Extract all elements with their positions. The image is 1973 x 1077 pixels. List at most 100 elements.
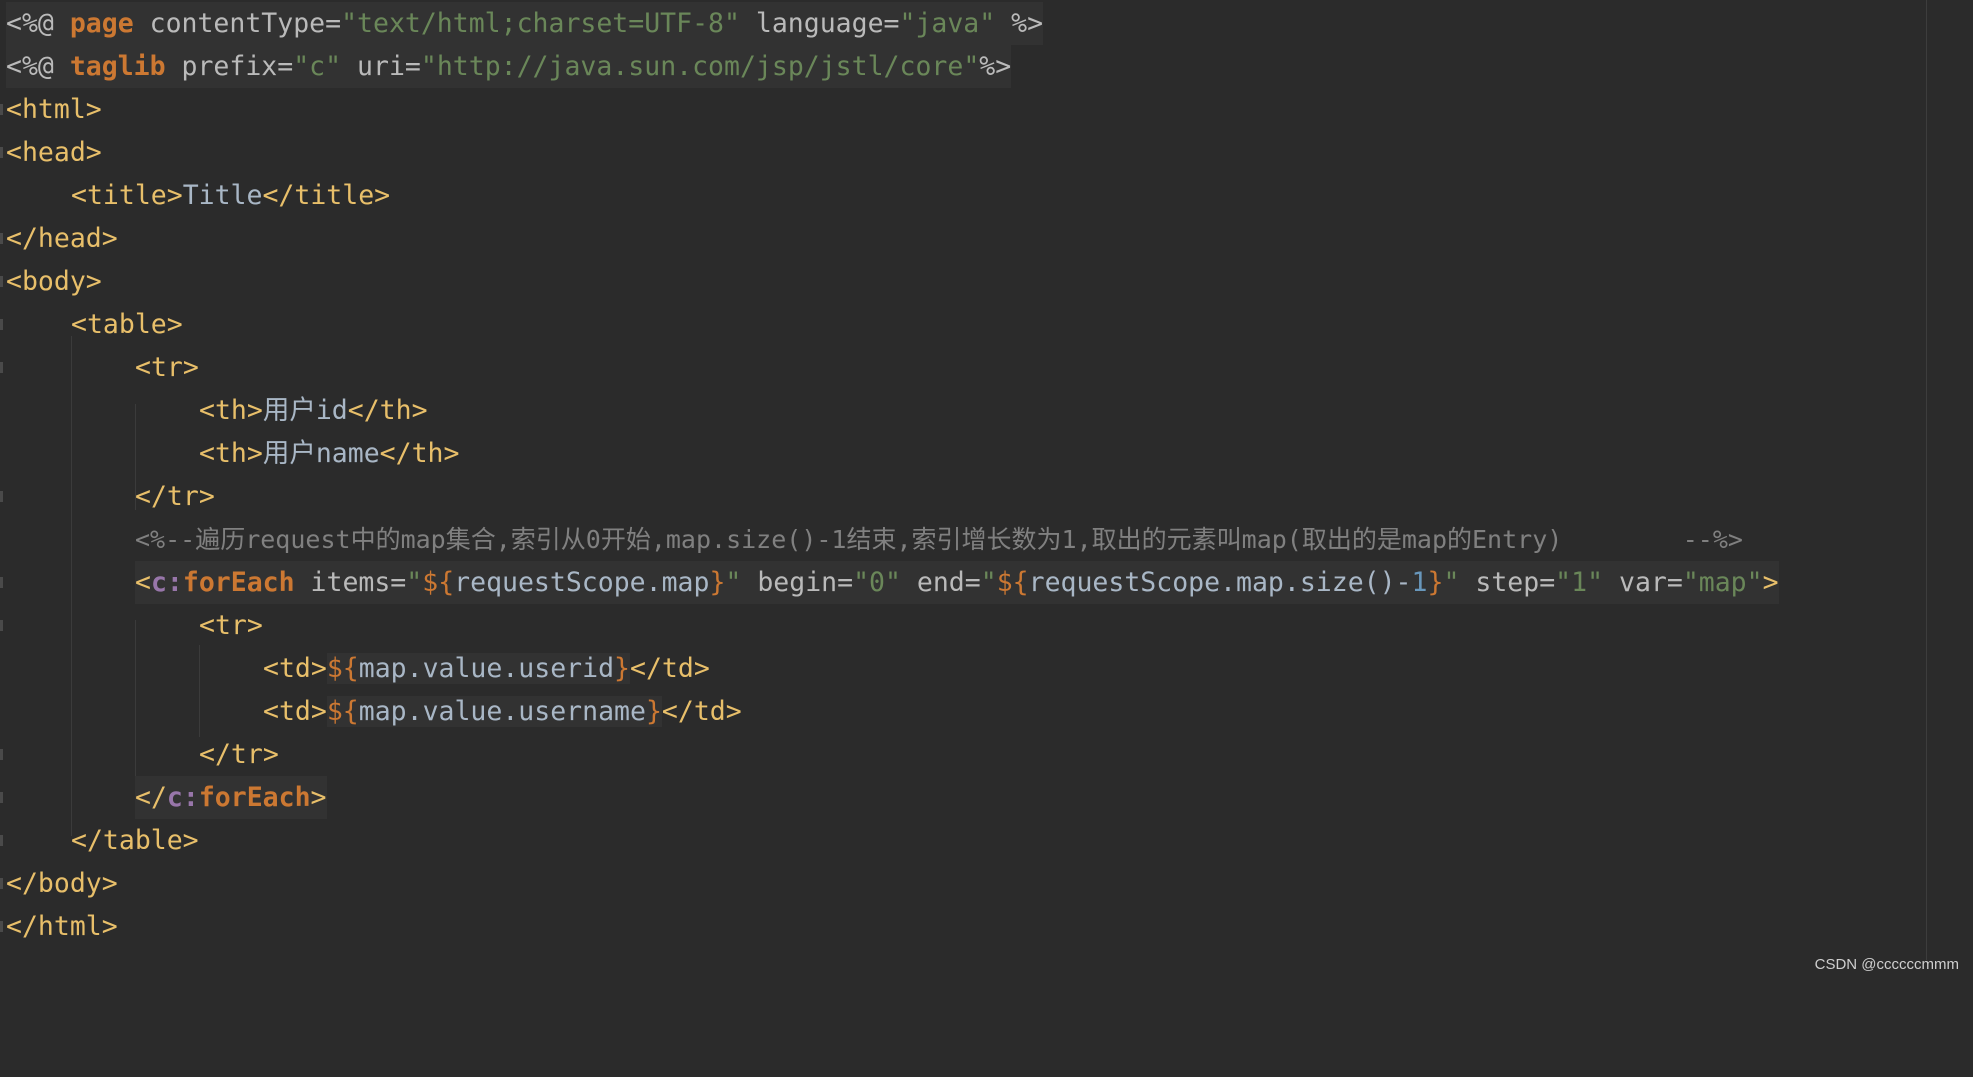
token: <td>: [263, 653, 327, 684]
token: c:: [150, 567, 183, 598]
code-line-8[interactable]: <table>: [0, 303, 183, 346]
token: }: [614, 653, 630, 684]
code-text: <table>: [71, 303, 183, 346]
token: }: [1427, 567, 1444, 598]
token: </: [135, 782, 167, 813]
code-line-19[interactable]: </c:forEach>: [0, 776, 327, 819]
token: <: [135, 567, 151, 598]
fold-marker[interactable]: [0, 233, 3, 244]
fold-marker[interactable]: [0, 577, 3, 588]
code-line-6[interactable]: </head>: [0, 217, 118, 260]
token: var=: [1603, 567, 1683, 598]
token: <%--遍历request中的map集合,索引从0开始,map.size()-1…: [135, 525, 1743, 554]
watermark: CSDN @ccccccmmm: [1814, 956, 1959, 973]
code-line-13[interactable]: <%--遍历request中的map集合,索引从0开始,map.size()-1…: [0, 518, 1743, 561]
fold-marker[interactable]: [0, 792, 3, 803]
fold-marker[interactable]: [0, 835, 3, 846]
token: 用户name: [262, 438, 380, 469]
token: end=: [900, 567, 981, 598]
token: </th>: [379, 438, 460, 469]
fold-marker[interactable]: [0, 104, 3, 115]
token: 1: [1411, 567, 1428, 598]
code-line-17[interactable]: <td>${map.value.username}</td>: [0, 690, 742, 733]
token: contentType=: [133, 8, 342, 39]
code-line-2[interactable]: <%@ taglib prefix="c" uri="http://java.s…: [0, 45, 1012, 88]
code-text: </html>: [6, 905, 118, 948]
indent-guide: [135, 620, 136, 780]
code-line-5[interactable]: <title>Title</title>: [0, 174, 390, 217]
code-text: <tr>: [135, 346, 199, 389]
fold-marker[interactable]: [0, 319, 3, 330]
token: }: [709, 567, 726, 598]
token: </td>: [630, 653, 710, 684]
token: ${: [326, 696, 359, 727]
fold-marker[interactable]: [0, 878, 3, 889]
token: prefix=: [165, 51, 294, 82]
token: page: [69, 8, 134, 39]
token: <body>: [6, 266, 102, 297]
token: "1": [1555, 567, 1604, 598]
token: </tr>: [135, 481, 215, 512]
code-line-15[interactable]: <tr>: [0, 604, 263, 647]
code-line-18[interactable]: </tr>: [0, 733, 279, 776]
directive-page: <%@ page contentType="text/html;charset=…: [6, 2, 1044, 45]
code-line-20[interactable]: </table>: [0, 819, 199, 862]
code-text: <head>: [6, 131, 102, 174]
token: </html>: [6, 911, 118, 942]
token: ": [1443, 567, 1460, 598]
token: </th>: [347, 395, 428, 426]
token: <%@: [6, 8, 70, 39]
code-line-4[interactable]: <head>: [0, 131, 102, 174]
code-line-14[interactable]: <c:forEach items="${requestScope.map}" b…: [0, 561, 1779, 604]
token: ${: [326, 653, 359, 684]
code-text: <title>Title</title>: [71, 174, 390, 217]
directive-taglib: <%@ taglib prefix="c" uri="http://java.s…: [6, 45, 1012, 88]
token: forEach: [182, 567, 295, 598]
fold-marker[interactable]: [0, 749, 3, 760]
token: ${: [996, 567, 1029, 598]
code-line-1[interactable]: <%@ page contentType="text/html;charset=…: [0, 2, 1044, 45]
token: ": [406, 567, 423, 598]
token: <td>: [263, 696, 327, 727]
code-line-11[interactable]: <th>用户name</th>: [0, 432, 459, 475]
fold-marker[interactable]: [0, 276, 3, 287]
fold-marker[interactable]: [0, 491, 3, 502]
fold-marker[interactable]: [0, 147, 3, 158]
token: <table>: [71, 309, 183, 340]
right-margin-line: [1926, 0, 1927, 960]
token: <th>: [199, 395, 263, 426]
code-line-7[interactable]: <body>: [0, 260, 102, 303]
code-line-9[interactable]: <tr>: [0, 346, 199, 389]
indent-guide: [71, 336, 72, 836]
code-line-10[interactable]: <th>用户id</th>: [0, 389, 428, 432]
code-editor[interactable]: <%@ page contentType="text/html;charset=…: [0, 0, 1973, 960]
fold-marker[interactable]: [0, 362, 3, 373]
code-text: <html>: [6, 88, 102, 131]
token: "0": [853, 567, 901, 598]
token: Title: [182, 180, 263, 211]
token: ": [963, 51, 980, 82]
fold-marker[interactable]: [0, 921, 3, 932]
foreach-close-tag: </c:forEach>: [135, 776, 327, 819]
token: }: [645, 696, 662, 727]
token: map.value.username: [358, 696, 646, 727]
indent-guide: [199, 645, 200, 737]
token: "java": [899, 8, 996, 39]
code-text: </tr>: [135, 475, 215, 518]
code-line-12[interactable]: </tr>: [0, 475, 215, 518]
token: http://java.sun.com/jsp/jstl/core: [436, 51, 964, 82]
token: "c": [293, 51, 342, 82]
code-line-3[interactable]: <html>: [0, 88, 102, 131]
token: <tr>: [199, 610, 263, 641]
token: forEach: [198, 782, 311, 813]
code-line-21[interactable]: </body>: [0, 862, 118, 905]
token: requestScope.map.size()-: [1028, 567, 1412, 598]
code-line-22[interactable]: </html>: [0, 905, 118, 948]
token: taglib: [69, 51, 166, 82]
code-line-16[interactable]: <td>${map.value.userid}</td>: [0, 647, 710, 690]
token: language=: [739, 8, 900, 39]
token: ${: [422, 567, 455, 598]
code-text: <th>用户name</th>: [199, 432, 459, 475]
fold-marker[interactable]: [0, 620, 3, 631]
token: <head>: [6, 137, 102, 168]
